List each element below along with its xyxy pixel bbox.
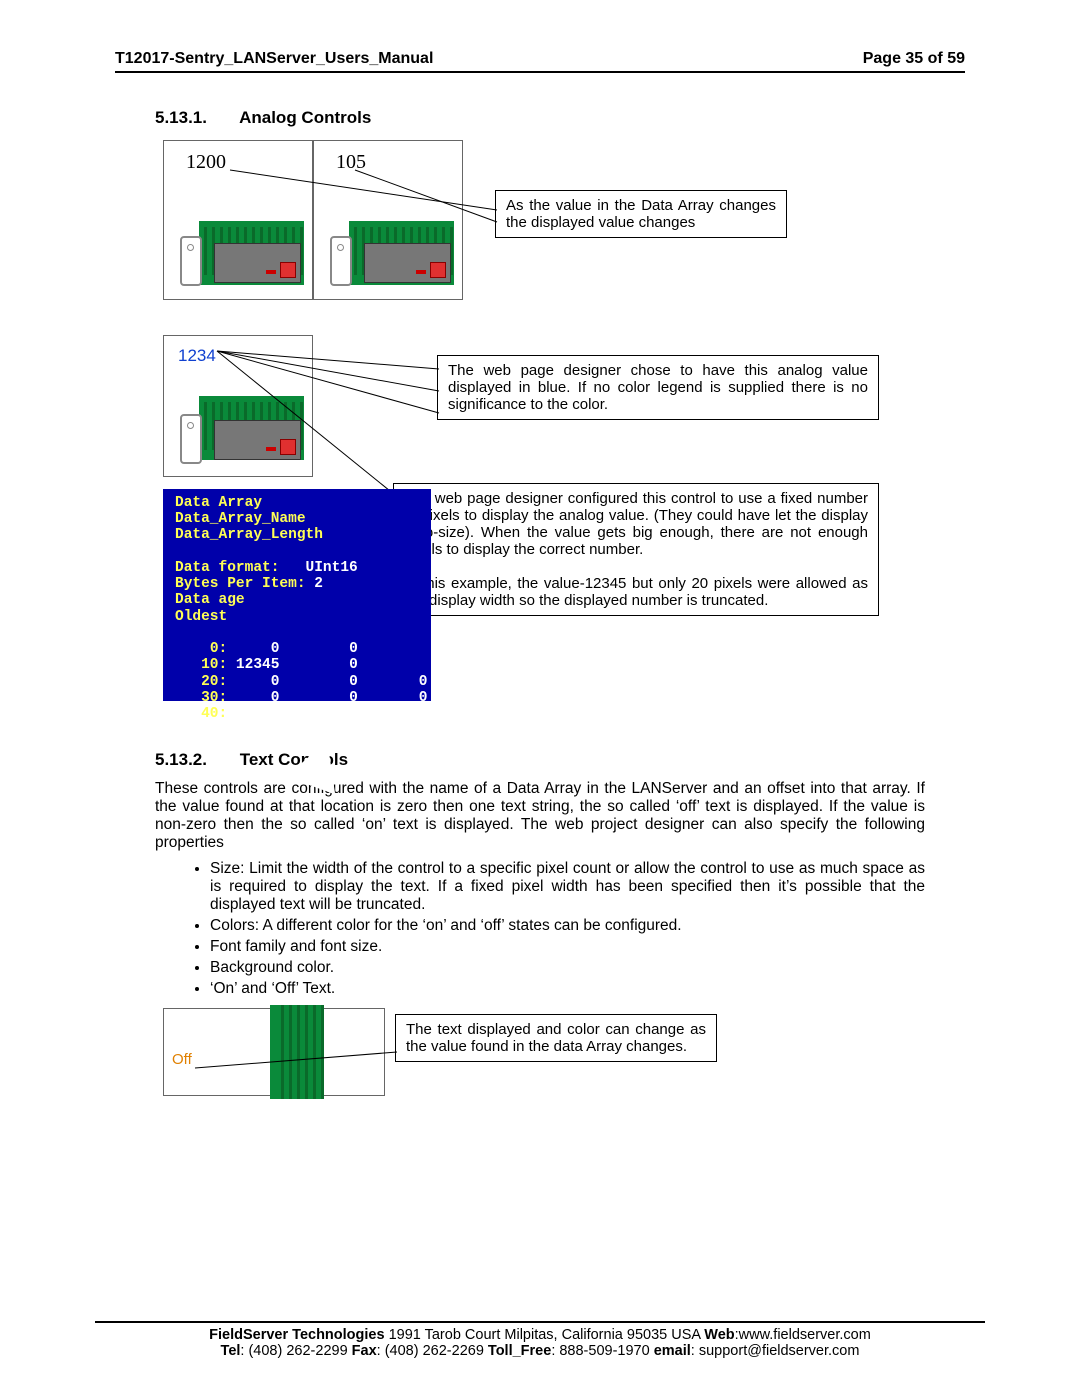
- text-controls-para: These controls are configured with the n…: [155, 780, 925, 852]
- text-controls-props: Size: Limit the width of the control to …: [210, 860, 925, 998]
- doc-title: T12017-Sentry_LANServer_Users_Manual: [115, 50, 433, 68]
- section-heading-2: 5.13.2. Text Controls: [155, 750, 925, 770]
- figure-text-control: Off The text displayed and color can cha…: [155, 1008, 925, 1108]
- page-number: Page 35 of 59: [863, 50, 965, 68]
- callout-value-changes: As the value in the Data Array changes t…: [495, 190, 787, 238]
- callout-fixed-width: The web page designer configured this co…: [393, 483, 879, 616]
- figure-analog-gauges: 1200 105 As the value in the Data Array …: [155, 140, 925, 305]
- callout-text-changes: The text displayed and color can change …: [395, 1014, 717, 1062]
- page-footer: FieldServer Technologies 1991 Tarob Cour…: [95, 1321, 985, 1359]
- figure-blue-analog: 1234 The web page designer chose to have…: [155, 335, 925, 715]
- section-heading-1: 5.13.1. Analog Controls: [155, 108, 925, 128]
- data-array-dump: Data Array Data_Array_Name Data_Array_Le…: [163, 489, 431, 701]
